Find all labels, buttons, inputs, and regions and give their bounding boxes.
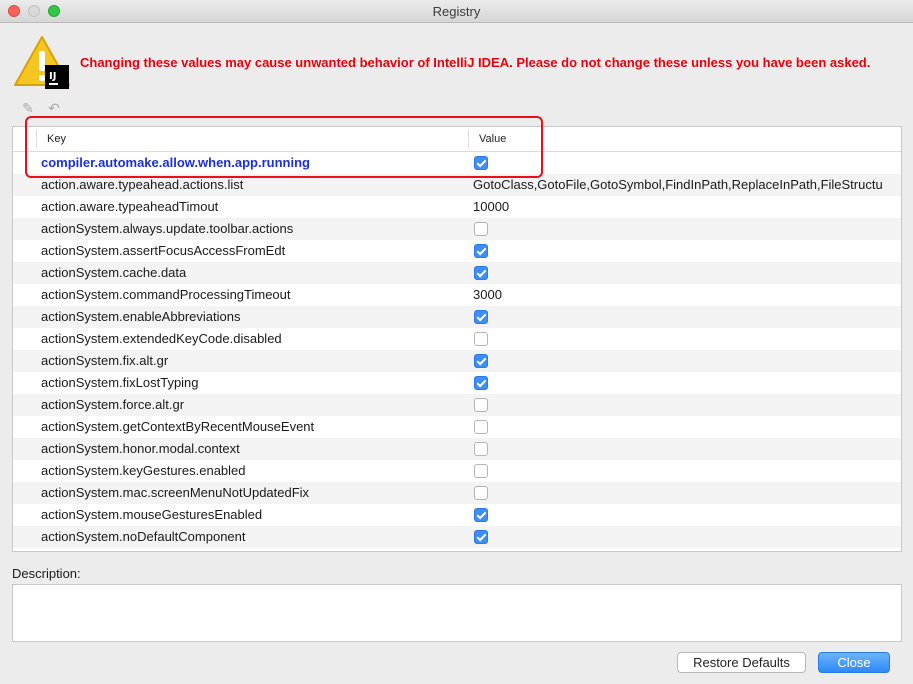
value-checkbox[interactable]: [474, 244, 488, 258]
value-checkbox[interactable]: [474, 442, 488, 456]
registry-key: action.aware.typeaheadTimout: [41, 199, 219, 214]
description-field[interactable]: [12, 584, 902, 642]
value-checkbox[interactable]: [474, 420, 488, 434]
value-checkbox[interactable]: [474, 508, 488, 522]
table-row[interactable]: actionSystem.commandProcessingTimeout 300…: [13, 284, 901, 306]
table-row[interactable]: actionSystem.cache.data: [13, 262, 901, 284]
registry-value[interactable]: 3000: [473, 287, 502, 302]
registry-key: actionSystem.enableAbbreviations: [41, 309, 241, 324]
table-row[interactable]: actionSystem.keyGestures.enabled: [13, 460, 901, 482]
table-row[interactable]: actionSystem.mac.screenMenuNotUpdatedFix: [13, 482, 901, 504]
svg-text:IJ: IJ: [49, 71, 56, 82]
title-bar: Registry: [0, 0, 913, 23]
value-checkbox[interactable]: [474, 310, 488, 324]
table-row[interactable]: actionSystem.honor.modal.context: [13, 438, 901, 460]
registry-key: actionSystem.keyGestures.enabled: [41, 463, 246, 478]
table-row[interactable]: actionSystem.extendedKeyCode.disabled: [13, 328, 901, 350]
highlight-annotation: [25, 116, 543, 178]
value-checkbox[interactable]: [474, 266, 488, 280]
registry-key: actionSystem.honor.modal.context: [41, 441, 240, 456]
registry-key: actionSystem.getContextByRecentMouseEven…: [41, 419, 315, 434]
table-row[interactable]: actionSystem.fixLostTyping: [13, 372, 901, 394]
registry-key: actionSystem.noDefaultComponent: [41, 529, 246, 544]
registry-key: actionSystem.mouseGesturesEnabled: [41, 507, 263, 522]
value-checkbox[interactable]: [474, 332, 488, 346]
table-row[interactable]: action.aware.typeaheadTimout 10000: [13, 196, 901, 218]
window-title: Registry: [432, 4, 481, 19]
value-checkbox[interactable]: [474, 376, 488, 390]
table-row[interactable]: actionSystem.assertFocusAccessFromEdt: [13, 240, 901, 262]
value-checkbox[interactable]: [474, 464, 488, 478]
table-row[interactable]: actionSystem.noDefaultComponent: [13, 526, 901, 548]
value-checkbox[interactable]: [474, 486, 488, 500]
registry-value[interactable]: 10000: [473, 199, 509, 214]
table-row[interactable]: actionSystem.mouseGesturesEnabled: [13, 504, 901, 526]
registry-key: actionSystem.assertFocusAccessFromEdt: [41, 243, 286, 258]
registry-value[interactable]: GotoClass,GotoFile,GotoSymbol,FindInPath…: [473, 177, 883, 192]
pencil-icon[interactable]: ✎: [20, 100, 36, 116]
table-body: compiler.automake.allow.when.app.running…: [13, 152, 901, 548]
registry-key: actionSystem.fixLostTyping: [41, 375, 199, 390]
registry-table[interactable]: Key Value compiler.automake.allow.when.a…: [12, 126, 902, 552]
description-label: Description:: [12, 566, 81, 581]
warning-message: Changing these values may cause unwanted…: [80, 55, 871, 70]
restore-defaults-button[interactable]: Restore Defaults: [677, 652, 806, 673]
registry-key: actionSystem.mac.screenMenuNotUpdatedFix: [41, 485, 310, 500]
registry-key: actionSystem.commandProcessingTimeout: [41, 287, 291, 302]
undo-icon[interactable]: ↶: [46, 100, 62, 116]
value-checkbox[interactable]: [474, 354, 488, 368]
value-checkbox[interactable]: [474, 530, 488, 544]
registry-key: actionSystem.always.update.toolbar.actio…: [41, 221, 294, 236]
value-checkbox[interactable]: [474, 222, 488, 236]
table-row[interactable]: actionSystem.always.update.toolbar.actio…: [13, 218, 901, 240]
registry-key: actionSystem.extendedKeyCode.disabled: [41, 331, 282, 346]
registry-key: actionSystem.cache.data: [41, 265, 187, 280]
warning-icon: IJ: [14, 36, 70, 89]
registry-key: actionSystem.force.alt.gr: [41, 397, 185, 412]
table-row[interactable]: actionSystem.enableAbbreviations: [13, 306, 901, 328]
table-row[interactable]: actionSystem.force.alt.gr: [13, 394, 901, 416]
registry-key: action.aware.typeahead.actions.list: [41, 177, 244, 192]
registry-key: actionSystem.fix.alt.gr: [41, 353, 169, 368]
table-row[interactable]: actionSystem.getContextByRecentMouseEven…: [13, 416, 901, 438]
close-button[interactable]: Close: [818, 652, 890, 673]
value-checkbox[interactable]: [474, 398, 488, 412]
table-row[interactable]: actionSystem.fix.alt.gr: [13, 350, 901, 372]
